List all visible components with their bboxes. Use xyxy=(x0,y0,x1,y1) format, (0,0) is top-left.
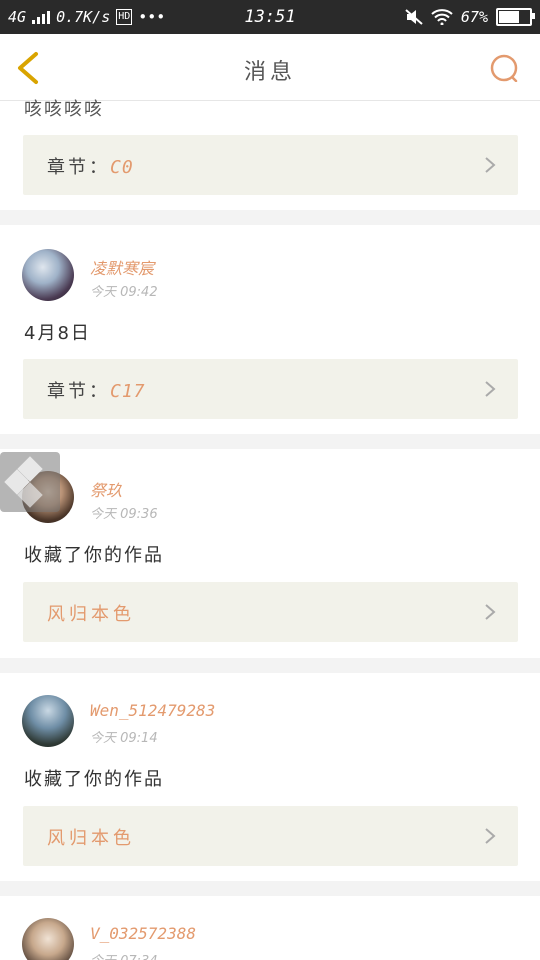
book-link[interactable]: 风归本色 xyxy=(23,806,518,866)
message-text: 4月8日 xyxy=(24,323,91,344)
avatar[interactable] xyxy=(22,918,74,960)
chapter-link[interactable]: 章节：C0 xyxy=(23,135,518,195)
user-name[interactable]: V_032572388 xyxy=(90,924,196,943)
message-time: 今天 09:36 xyxy=(90,507,158,522)
message-card: 祭玖 今天 09:36 收藏了你的作品 风归本色 xyxy=(0,449,540,658)
battery-icon xyxy=(496,8,535,26)
message-card: 咳咳咳咳 章节：C0 xyxy=(0,99,540,210)
book-title: 风归本色 xyxy=(47,604,135,625)
app-header: 消息 xyxy=(0,34,540,101)
wifi-icon xyxy=(431,9,453,25)
chapter-label: 章节： xyxy=(47,381,110,402)
book-title: 风归本色 xyxy=(47,828,135,849)
chevron-right-icon xyxy=(485,828,496,844)
book-link[interactable]: 风归本色 xyxy=(23,582,518,642)
message-card: 凌默寒宸 今天 09:42 4月8日 章节：C17 xyxy=(0,225,540,434)
message-time: 今天 09:14 xyxy=(90,731,158,746)
chapter-value: C17 xyxy=(110,381,146,402)
user-name[interactable]: 祭玖 xyxy=(90,477,122,501)
message-time: 今天 09:42 xyxy=(90,285,158,300)
battery-percent: 67% xyxy=(460,8,488,26)
avatar[interactable] xyxy=(22,695,74,747)
chapter-link[interactable]: 章节：C17 xyxy=(23,359,518,419)
message-card: V_032572388 今天 07:34 xyxy=(0,896,540,960)
message-time: 今天 07:34 xyxy=(90,950,158,960)
chapter-label: 章节： xyxy=(47,157,110,178)
user-name[interactable]: 凌默寒宸 xyxy=(90,255,154,279)
status-bar: 4G 0.7K/s HD ••• 13:51 67% xyxy=(0,0,540,34)
mute-icon xyxy=(405,9,423,25)
user-name[interactable]: Wen_512479283 xyxy=(90,701,215,720)
search-icon[interactable] xyxy=(490,54,518,82)
message-text: 咳咳咳咳 xyxy=(24,99,104,120)
floating-assist-button[interactable] xyxy=(0,452,60,512)
page-title: 消息 xyxy=(243,60,296,85)
chevron-right-icon xyxy=(485,381,496,397)
avatar[interactable] xyxy=(22,249,74,301)
chevron-right-icon xyxy=(485,604,496,620)
message-text: 收藏了你的作品 xyxy=(24,545,164,566)
message-card: Wen_512479283 今天 09:14 收藏了你的作品 风归本色 xyxy=(0,673,540,881)
chevron-right-icon xyxy=(485,157,496,173)
chapter-value: C0 xyxy=(110,157,134,178)
message-text: 收藏了你的作品 xyxy=(24,769,164,790)
